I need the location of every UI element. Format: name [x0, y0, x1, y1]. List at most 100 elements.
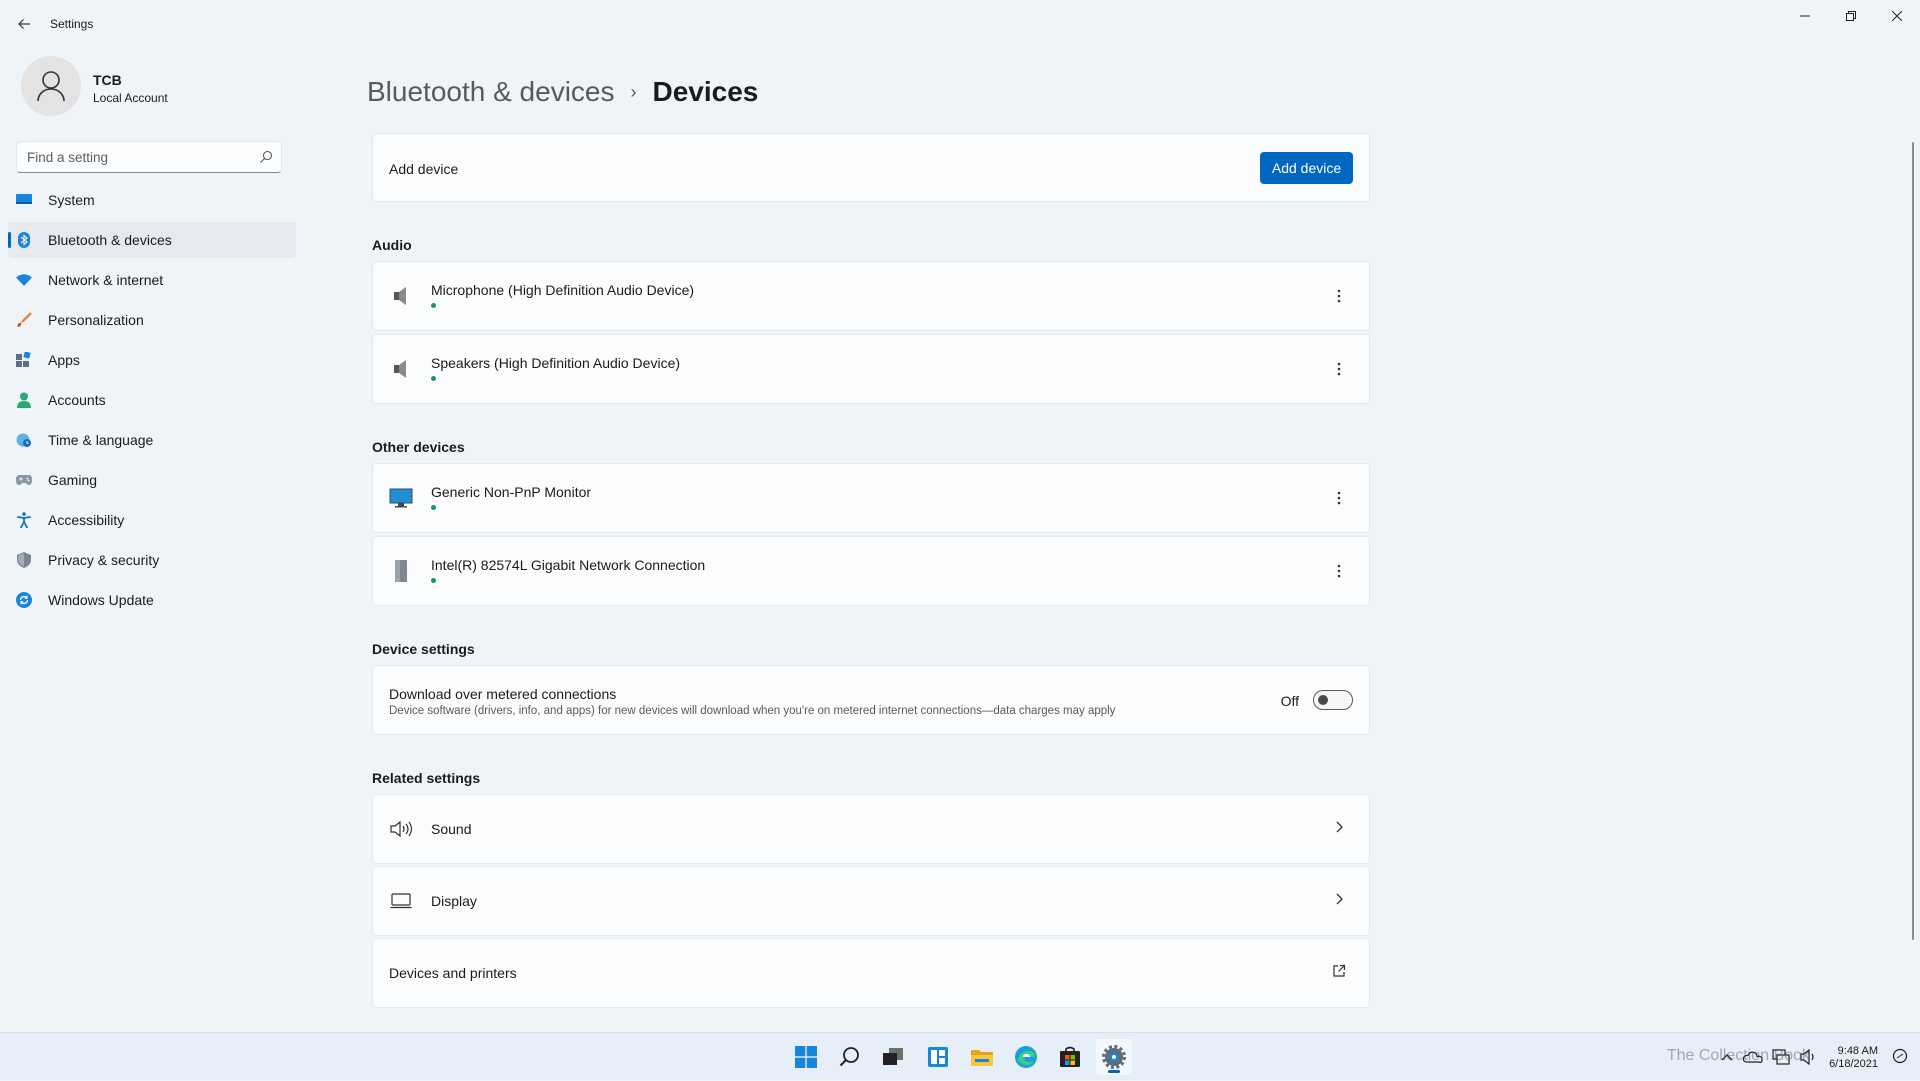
more-options-button[interactable] [1327, 484, 1351, 512]
user-avatar-icon [37, 71, 65, 102]
device-row[interactable]: Microphone (High Definition Audio Device… [372, 261, 1370, 331]
window-title: Settings [50, 17, 94, 31]
breadcrumb-separator: › [630, 81, 637, 102]
more-options-button[interactable] [1327, 282, 1351, 310]
task-view-icon [883, 1048, 903, 1065]
section-title-audio: Audio [372, 237, 412, 253]
related-item-devices-printers[interactable]: Devices and printers [372, 938, 1370, 1008]
clock-time: 9:48 AM [1837, 1045, 1878, 1057]
device-row[interactable]: Speakers (High Definition Audio Device) [372, 334, 1370, 404]
more-vertical-icon [1337, 564, 1341, 578]
section-title-other-devices: Other devices [372, 439, 465, 455]
person-icon [16, 392, 32, 408]
sidebar-item-label: Windows Update [48, 592, 154, 608]
related-item-sound[interactable]: Sound [372, 794, 1370, 864]
add-device-button[interactable]: Add device [1260, 152, 1353, 184]
monitor-icon [389, 486, 413, 510]
sidebar-item-gaming[interactable]: Gaming [8, 462, 296, 498]
widgets-icon [928, 1047, 948, 1067]
taskbar-widgets-button[interactable] [920, 1039, 956, 1075]
setting-title: Download over metered connections [389, 686, 617, 702]
more-vertical-icon [1337, 362, 1341, 376]
breadcrumb-parent[interactable]: Bluetooth & devices [367, 76, 615, 108]
taskbar: The Collection Book 9:48 AM 6/18/2021 [0, 1032, 1920, 1080]
related-item-label: Devices and printers [389, 965, 517, 981]
minimize-button[interactable] [1782, 0, 1828, 32]
sidebar-item-label: Gaming [48, 472, 98, 488]
status-indicator [431, 578, 436, 583]
clock-date: 6/18/2021 [1829, 1058, 1878, 1070]
sidebar-item-bluetooth-devices[interactable]: Bluetooth & devices [8, 222, 296, 258]
wifi-icon [16, 272, 32, 288]
sound-icon [389, 819, 413, 839]
search-icon [839, 1047, 859, 1067]
related-item-label: Display [431, 893, 477, 909]
sidebar-item-system[interactable]: System [8, 182, 296, 218]
taskbar-clock[interactable]: 9:48 AM 6/18/2021 [1829, 1045, 1878, 1071]
apps-icon [16, 352, 32, 368]
avatar [21, 56, 81, 116]
edge-icon [1015, 1046, 1037, 1068]
display-icon [389, 891, 413, 911]
sidebar-item-accessibility[interactable]: Accessibility [8, 502, 296, 538]
sidebar-item-privacy-security[interactable]: Privacy & security [8, 542, 296, 578]
search-box[interactable] [16, 141, 282, 173]
restore-button[interactable] [1828, 0, 1874, 32]
taskbar-search-button[interactable] [832, 1039, 868, 1075]
sidebar-item-label: Bluetooth & devices [48, 232, 172, 248]
toggle-knob [1318, 695, 1328, 705]
search-input[interactable] [27, 142, 247, 172]
minimize-icon [1800, 15, 1810, 17]
restore-icon [1846, 11, 1856, 21]
status-indicator [431, 505, 436, 510]
watermark-text: The Collection Book [1666, 1047, 1810, 1064]
related-item-display[interactable]: Display [372, 866, 1370, 936]
taskbar-store-button[interactable] [1052, 1039, 1088, 1075]
section-title-device-settings: Device settings [372, 641, 475, 657]
scrollbar[interactable] [1912, 142, 1914, 940]
more-options-button[interactable] [1327, 355, 1351, 383]
device-name: Speakers (High Definition Audio Device) [431, 355, 681, 371]
more-options-button[interactable] [1327, 557, 1351, 585]
speaker-device-icon [389, 284, 413, 308]
notification-icon[interactable] [1892, 1048, 1908, 1069]
device-name: Intel(R) 82574L Gigabit Network Connecti… [431, 557, 706, 573]
add-device-label: Add device [389, 161, 459, 177]
metered-download-setting: Download over metered connections Device… [372, 665, 1370, 735]
bluetooth-icon [16, 232, 32, 248]
sidebar-item-label: Personalization [48, 312, 144, 328]
speaker-device-icon [389, 357, 413, 381]
sidebar-item-apps[interactable]: Apps [8, 342, 296, 378]
sidebar-item-accounts[interactable]: Accounts [8, 382, 296, 418]
settings-icon [1102, 1045, 1126, 1069]
taskbar-file-explorer-button[interactable] [964, 1039, 1000, 1075]
device-row[interactable]: Generic Non-PnP Monitor [372, 463, 1370, 533]
close-button[interactable] [1874, 0, 1920, 32]
breadcrumb: Bluetooth & devices › Devices [367, 76, 758, 108]
sidebar-item-time-language[interactable]: Time & language [8, 422, 296, 458]
device-name: Generic Non-PnP Monitor [431, 484, 592, 500]
more-vertical-icon [1337, 491, 1341, 505]
sidebar-nav: System Bluetooth & devices Network & int… [8, 182, 296, 622]
back-arrow-icon [18, 19, 30, 29]
sidebar-item-personalization[interactable]: Personalization [8, 302, 296, 338]
section-title-related-settings: Related settings [372, 770, 481, 786]
setting-description: Device software (drivers, info, and apps… [389, 705, 1116, 717]
title-bar: Settings [0, 0, 1920, 48]
sidebar-item-label: Privacy & security [48, 552, 160, 568]
metered-toggle-switch[interactable] [1313, 690, 1353, 710]
taskbar-settings-button[interactable] [1096, 1039, 1132, 1075]
device-row[interactable]: Intel(R) 82574L Gigabit Network Connecti… [372, 536, 1370, 606]
shield-icon [16, 552, 32, 568]
sidebar-item-network[interactable]: Network & internet [8, 262, 296, 298]
sidebar-item-windows-update[interactable]: Windows Update [8, 582, 296, 618]
taskbar-edge-button[interactable] [1008, 1039, 1044, 1075]
sidebar-item-label: Accounts [48, 392, 106, 408]
sidebar-item-label: System [48, 192, 95, 208]
windows-start-icon [795, 1046, 817, 1068]
taskbar-start-button[interactable] [788, 1039, 824, 1075]
close-icon [1892, 11, 1902, 21]
taskbar-task-view-button[interactable] [875, 1039, 911, 1075]
back-button[interactable] [12, 12, 36, 36]
profile-name: TCB [93, 72, 122, 88]
